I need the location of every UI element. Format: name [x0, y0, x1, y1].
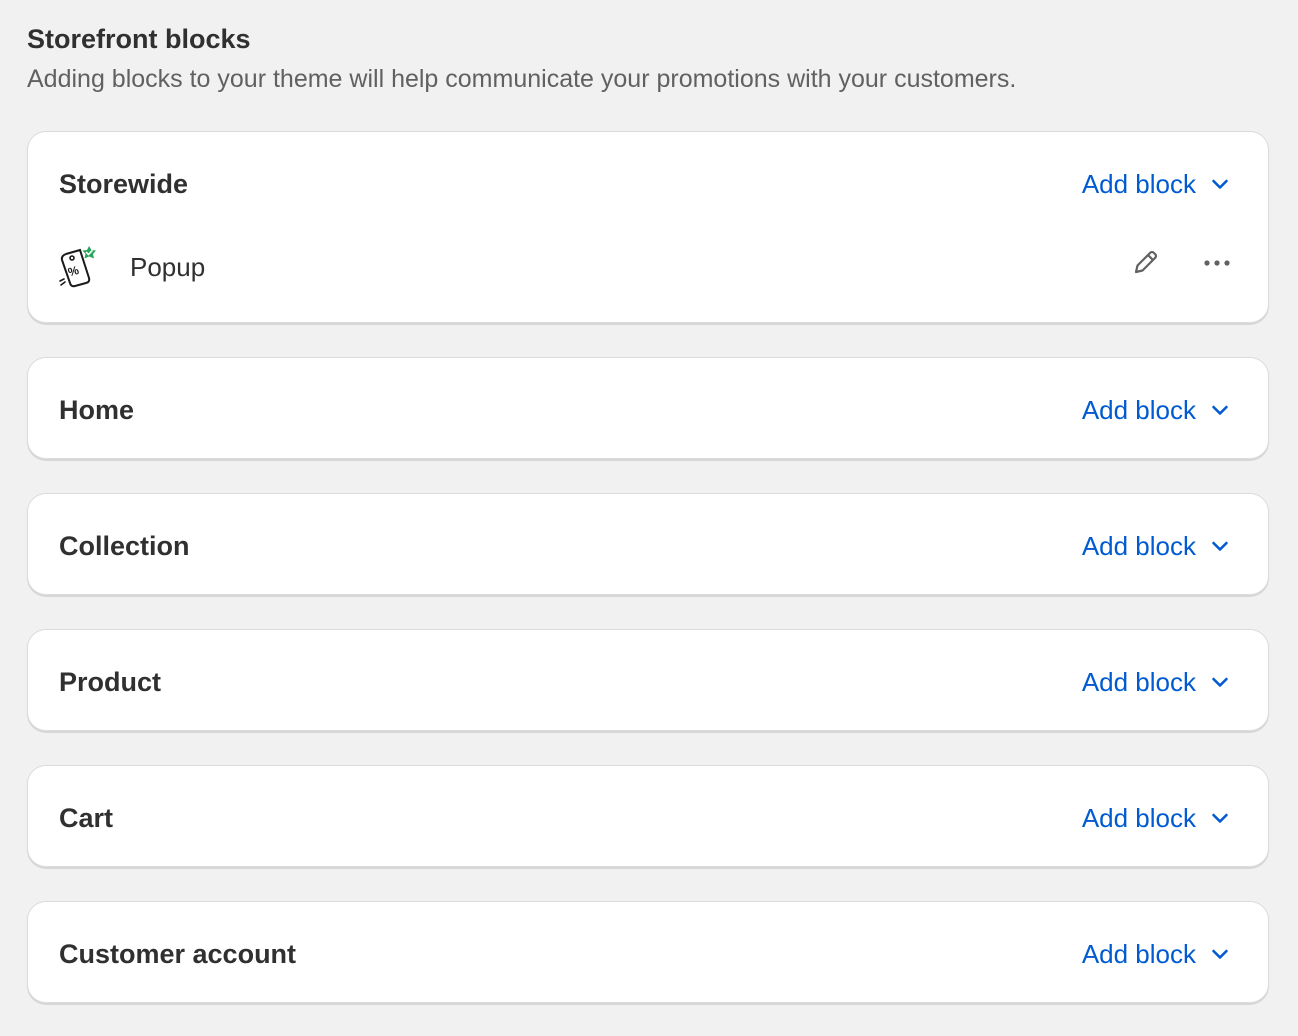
- section-title: Home: [59, 395, 135, 425]
- pencil-icon[interactable]: [1128, 246, 1162, 280]
- page-title: Storefront blocks: [27, 24, 251, 54]
- section-card-cart: Cart Add block: [27, 765, 1269, 867]
- storefront-blocks-page: Storefront blocks Adding blocks to your …: [0, 0, 1298, 1036]
- add-block-label: Add block: [1081, 531, 1196, 561]
- add-block-label: Add block: [1081, 169, 1196, 199]
- chevron-down-icon: [1212, 813, 1228, 823]
- add-block-label: Add block: [1081, 803, 1196, 833]
- add-block-button[interactable]: Add block: [1082, 937, 1230, 971]
- section-card-storewide: Storewide Add block % Popup: [27, 131, 1269, 323]
- add-block-label: Add block: [1081, 395, 1196, 425]
- more-horizontal-icon[interactable]: [1200, 246, 1234, 280]
- page-subtitle: Adding blocks to your theme will help co…: [27, 65, 1017, 93]
- section-card-collection: Collection Add block: [27, 493, 1269, 595]
- section-card-customer-account: Customer account Add block: [27, 901, 1269, 1003]
- section-title: Customer account: [59, 939, 297, 969]
- add-block-button[interactable]: Add block: [1082, 801, 1230, 835]
- chevron-down-icon: [1212, 541, 1228, 551]
- chevron-down-icon: [1212, 949, 1228, 959]
- add-block-button[interactable]: Add block: [1082, 167, 1230, 201]
- chevron-down-icon: [1212, 677, 1228, 687]
- add-block-label: Add block: [1081, 939, 1196, 969]
- section-title: Cart: [59, 803, 114, 833]
- block-item-popup[interactable]: % Popup: [28, 242, 1268, 292]
- add-block-button[interactable]: Add block: [1082, 665, 1230, 699]
- section-title: Product: [59, 667, 162, 697]
- add-block-button[interactable]: Add block: [1082, 529, 1230, 563]
- discount-tag-icon: %: [59, 246, 96, 288]
- section-title: Storewide: [59, 169, 189, 199]
- chevron-down-icon: [1212, 405, 1228, 415]
- add-block-label: Add block: [1081, 667, 1196, 697]
- section-card-product: Product Add block: [27, 629, 1269, 731]
- chevron-down-icon: [1212, 179, 1228, 189]
- section-card-home: Home Add block: [27, 357, 1269, 459]
- section-title: Collection: [59, 531, 190, 561]
- add-block-button[interactable]: Add block: [1082, 393, 1230, 427]
- block-label: Popup: [130, 252, 206, 282]
